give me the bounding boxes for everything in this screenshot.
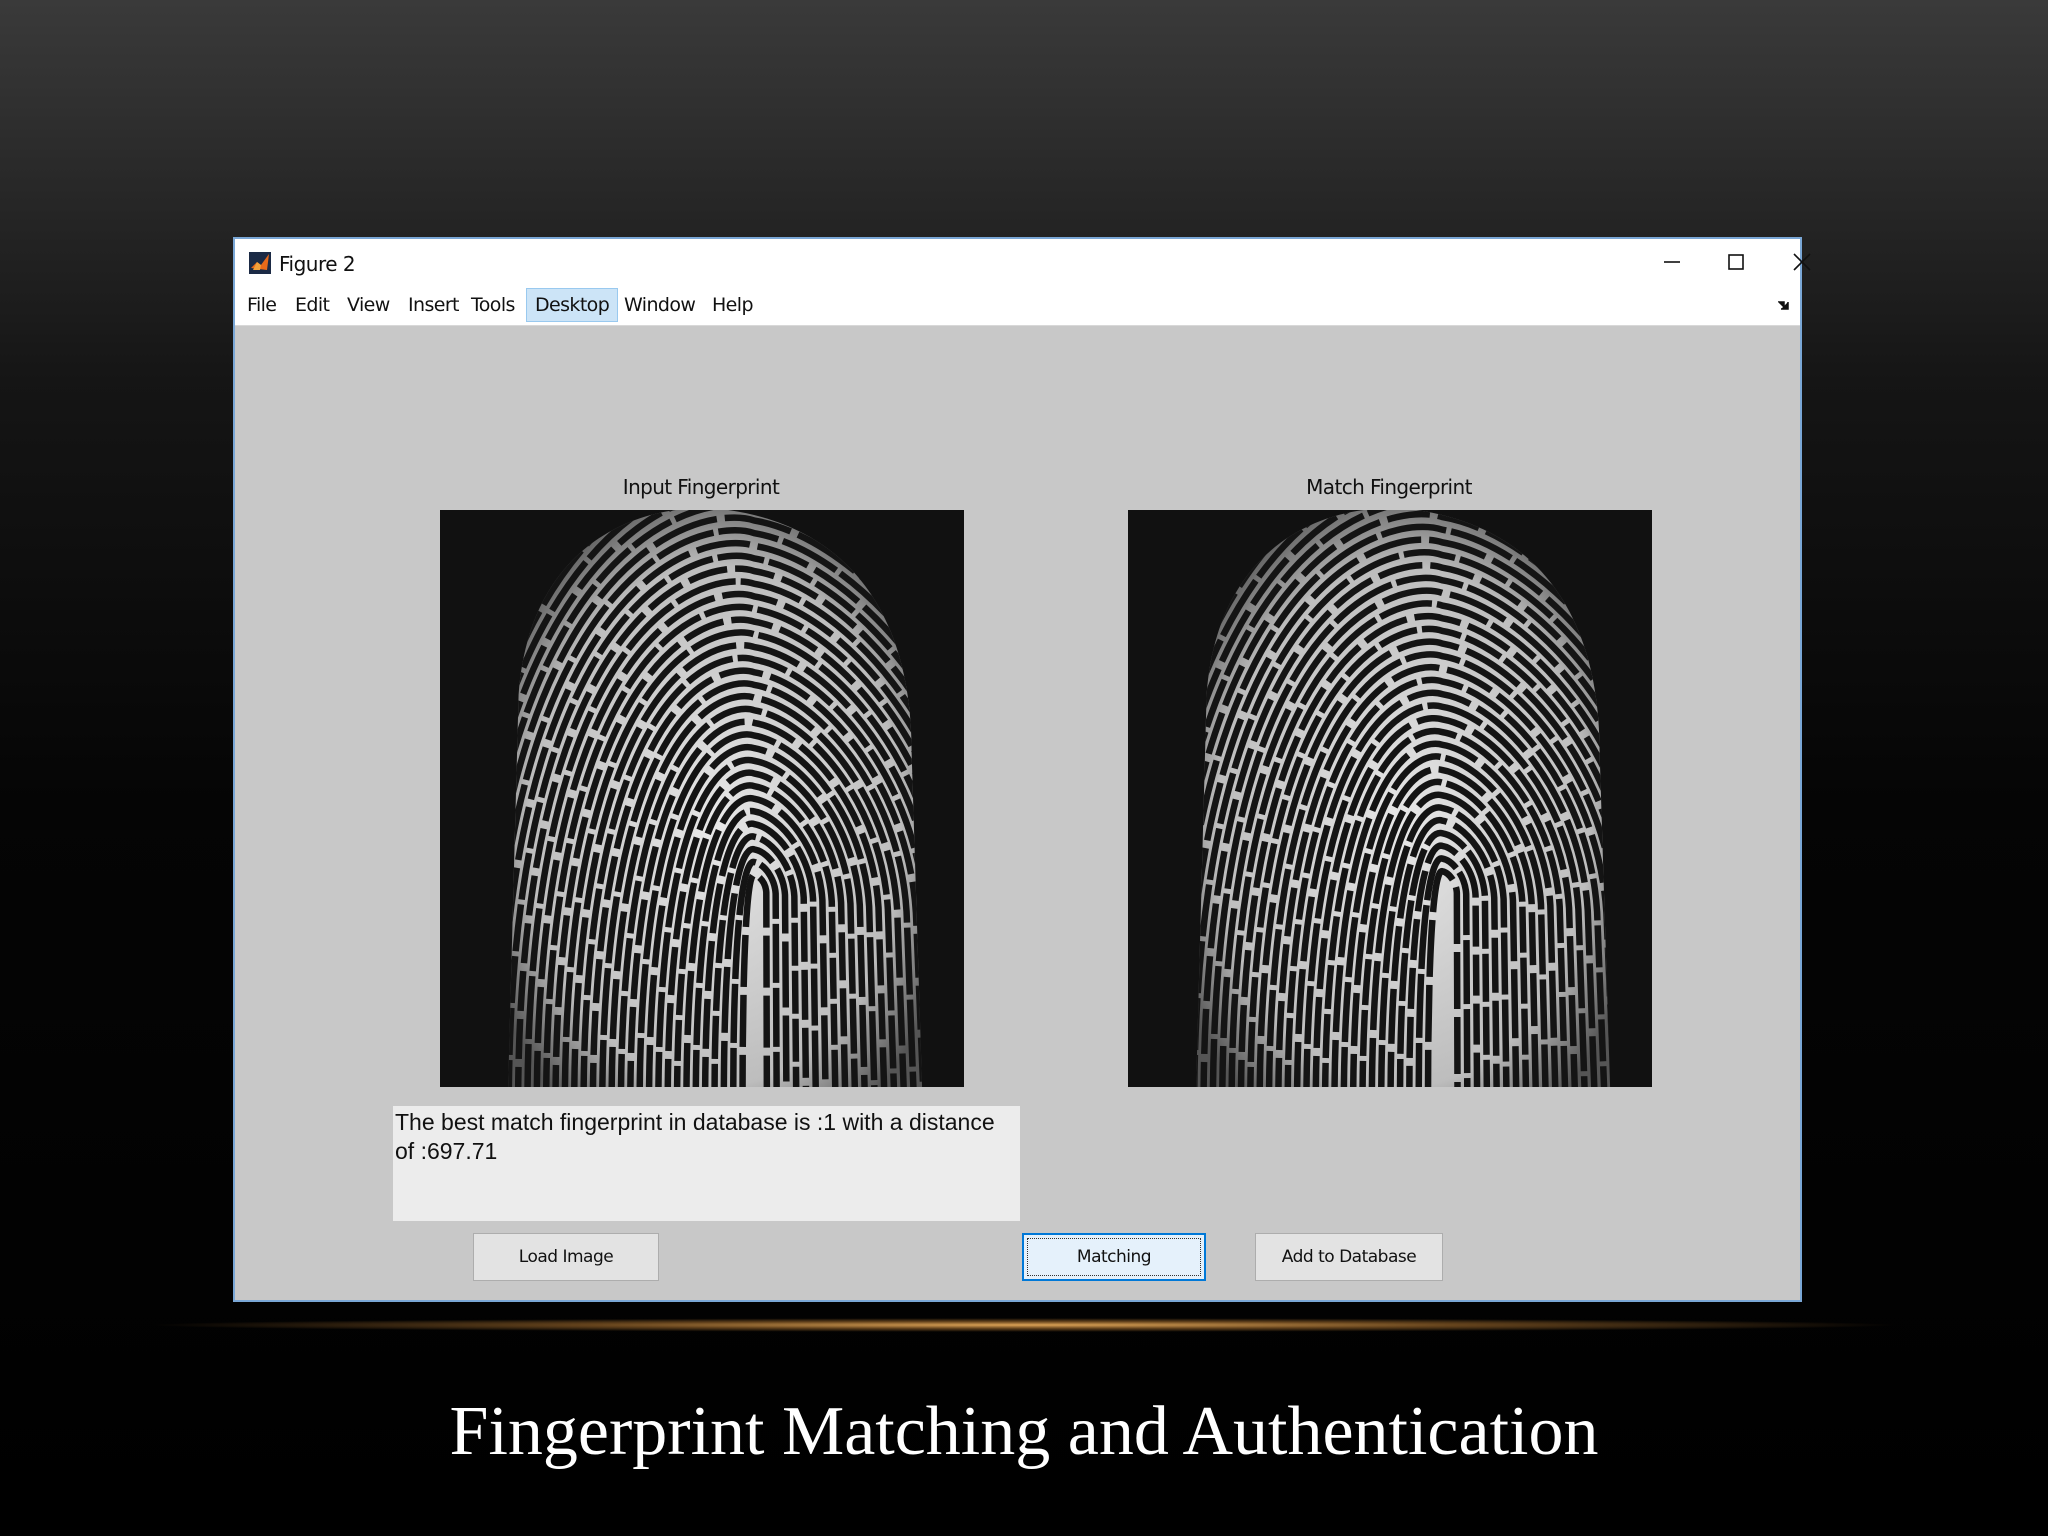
close-button[interactable]	[1770, 239, 1834, 285]
input-fingerprint-image	[440, 510, 964, 1087]
dock-arrow-icon[interactable]	[1778, 299, 1790, 311]
fingerprint-ridges	[1128, 510, 1652, 1087]
figure-window: Figure 2 File Edit View Insert Tools Des…	[233, 237, 1811, 1302]
matlab-logo-icon	[249, 252, 271, 274]
menu-file[interactable]: File	[239, 289, 284, 321]
result-textbox: The best match fingerprint in database i…	[393, 1106, 1020, 1221]
add-to-database-button[interactable]: Add to Database	[1255, 1233, 1443, 1281]
match-fingerprint-title: Match Fingerprint	[1306, 475, 1472, 499]
matching-button[interactable]: Matching	[1022, 1233, 1206, 1281]
result-line-2: of :697.71	[395, 1138, 498, 1164]
title-bar[interactable]: Figure 2	[235, 239, 1811, 285]
window-title: Figure 2	[279, 252, 356, 276]
menu-help[interactable]: Help	[704, 289, 761, 321]
input-fingerprint-title: Input Fingerprint	[622, 475, 780, 499]
menu-window[interactable]: Window	[616, 289, 703, 321]
menu-tools[interactable]: Tools	[463, 289, 523, 321]
minimize-button[interactable]	[1640, 239, 1704, 285]
divider-glow	[140, 1318, 1908, 1332]
menu-edit[interactable]: Edit	[287, 289, 337, 321]
menu-view[interactable]: View	[339, 289, 398, 321]
focus-ring	[1027, 1238, 1201, 1276]
load-image-button[interactable]: Load Image	[473, 1233, 659, 1281]
menu-bar: File Edit View Insert Tools Desktop Wind…	[235, 285, 1800, 326]
fingerprint-ridges	[440, 510, 964, 1087]
menu-insert[interactable]: Insert	[400, 289, 467, 321]
minimize-icon	[1664, 261, 1680, 263]
match-fingerprint-image	[1128, 510, 1652, 1087]
menu-desktop[interactable]: Desktop	[526, 288, 619, 322]
maximize-icon	[1728, 254, 1744, 270]
result-line-1: The best match fingerprint in database i…	[395, 1109, 995, 1135]
close-icon	[1793, 253, 1811, 271]
maximize-button[interactable]	[1704, 239, 1768, 285]
slide-caption: Fingerprint Matching and Authentication	[449, 1393, 1599, 1470]
